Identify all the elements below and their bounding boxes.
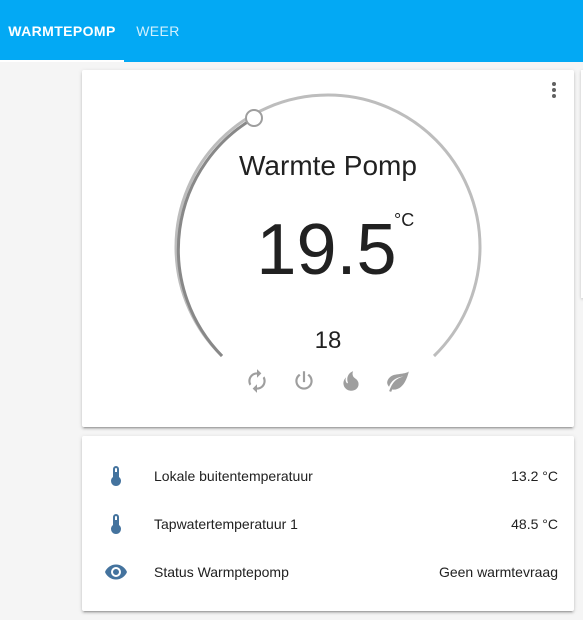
target-temperature: 18 xyxy=(314,327,342,354)
active-tab-indicator xyxy=(0,60,124,62)
tab-warmtepomp[interactable]: WARMTEPOMP xyxy=(0,0,124,62)
entity-value: Geen warmtevraag xyxy=(438,564,558,580)
entity-row[interactable]: Tapwatertemperatuur 1 48.5 °C xyxy=(82,500,574,548)
dots-vertical-icon[interactable] xyxy=(542,78,566,102)
tab-weer[interactable]: WEER xyxy=(124,0,192,62)
leaf-icon xyxy=(387,371,409,392)
mode-off-button[interactable] xyxy=(291,368,317,394)
eye-icon xyxy=(104,560,128,584)
entities-card: Lokale buitentemperatuur 13.2 °C Tapwate… xyxy=(82,436,574,611)
tab-warmtepomp-label: WARMTEPOMP xyxy=(8,23,116,39)
power-icon xyxy=(295,371,313,390)
tab-weer-label: WEER xyxy=(136,23,180,39)
mode-heat-button[interactable] xyxy=(338,368,364,394)
temperature-unit: °C xyxy=(394,210,415,230)
mode-auto-button[interactable] xyxy=(244,368,270,394)
thermostat-card: Warmte Pomp 19.5 °C 18 xyxy=(82,70,574,427)
app-header: WARMTEPOMP WEER xyxy=(0,0,583,62)
thermometer-icon xyxy=(104,464,128,488)
current-temperature: 19.5 xyxy=(256,210,397,290)
autorenew-icon xyxy=(248,369,266,393)
entity-row[interactable]: Status Warmptepomp Geen warmtevraag xyxy=(82,548,574,596)
entity-label: Lokale buitentemperatuur xyxy=(154,468,313,484)
entity-label: Tapwatertemperatuur 1 xyxy=(154,516,298,532)
mode-eco-button[interactable] xyxy=(385,368,411,394)
entity-row[interactable]: Lokale buitentemperatuur 13.2 °C xyxy=(82,452,574,500)
dial-handle[interactable] xyxy=(245,109,263,127)
thermometer-icon xyxy=(104,512,128,536)
fire-icon xyxy=(343,371,359,391)
thermostat-name: Warmte Pomp xyxy=(239,150,417,181)
entity-label: Status Warmptepomp xyxy=(154,564,289,580)
entity-value: 13.2 °C xyxy=(511,468,558,484)
entity-value: 48.5 °C xyxy=(511,516,558,532)
